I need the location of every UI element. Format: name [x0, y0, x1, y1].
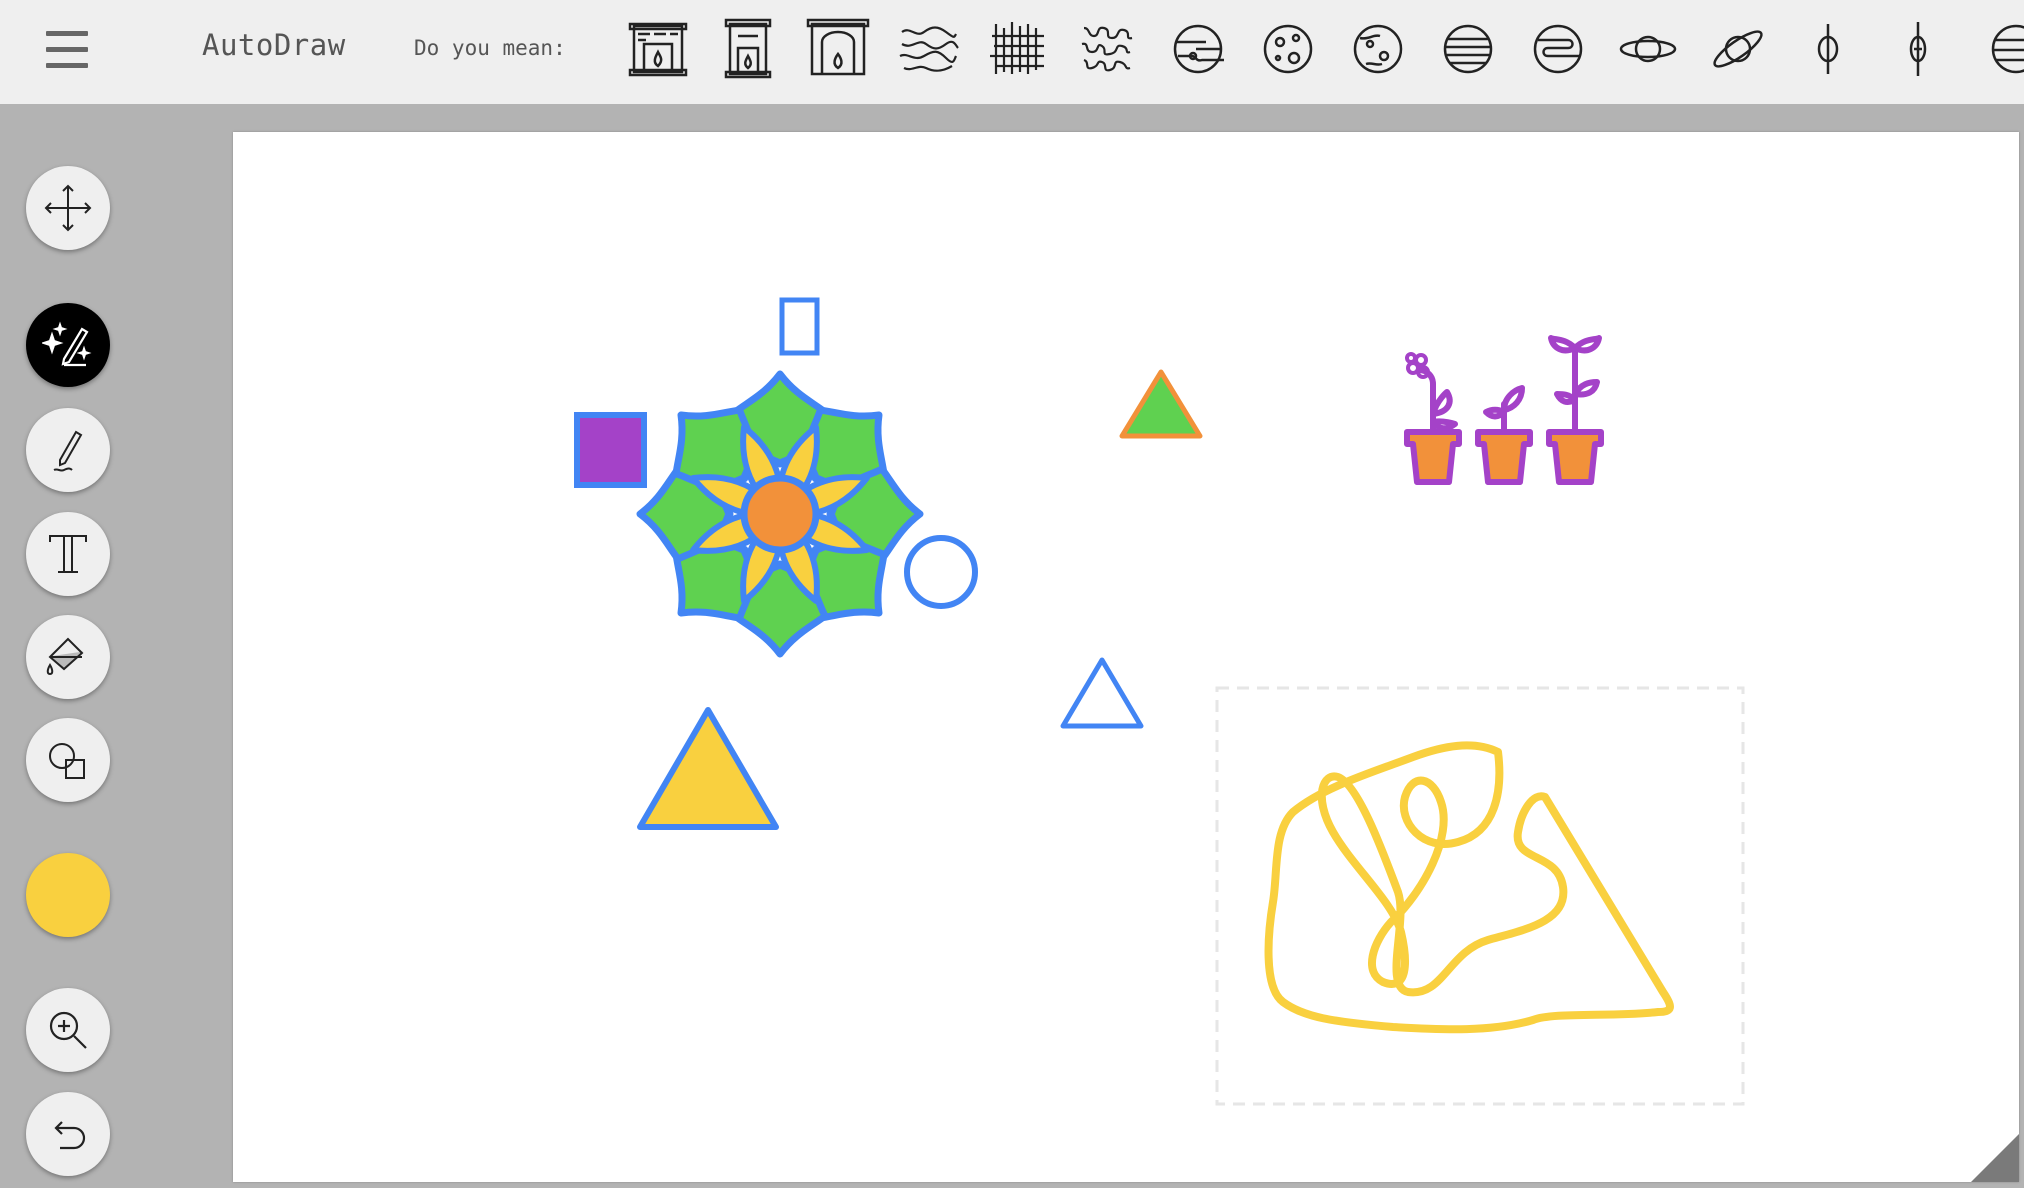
suggestion-scribble-icon[interactable] — [986, 14, 1050, 84]
potted-plants-drawing[interactable] — [1404, 335, 1604, 485]
suggestion-planet-icon[interactable] — [1706, 14, 1770, 84]
suggestion-planet-icon[interactable] — [1436, 14, 1500, 84]
undo-arrow-icon — [54, 1121, 86, 1150]
yellow-scribble-drawing[interactable] — [1264, 741, 1674, 1034]
suggestion-scribble-icon[interactable] — [896, 14, 960, 84]
move-tool-button[interactable] — [26, 166, 110, 250]
autodraw-tool-button[interactable] — [26, 303, 110, 387]
pencil-icon — [53, 430, 83, 472]
zoom-in-icon — [49, 1011, 87, 1049]
suggestion-planet-icon[interactable] — [1346, 14, 1410, 84]
app-title: AutoDraw — [202, 28, 346, 62]
suggestion-planet-icon[interactable] — [1256, 14, 1320, 84]
autodraw-sparkle-pen-icon — [42, 321, 92, 367]
green-triangle-shape[interactable] — [1119, 369, 1203, 439]
canvas-resize-corner[interactable] — [1971, 1134, 2019, 1182]
shapes-icon — [49, 743, 85, 779]
suggestion-planet-icon[interactable] — [1976, 14, 2024, 84]
purple-square-shape[interactable] — [574, 412, 647, 488]
move-arrows-icon — [44, 184, 92, 232]
suggestion-scribble-icon[interactable] — [1076, 14, 1140, 84]
draw-tool-button[interactable] — [26, 408, 110, 492]
flower-mandala-drawing[interactable] — [636, 370, 924, 658]
small-rectangle-shape[interactable] — [779, 297, 820, 356]
circle-outline-shape[interactable] — [904, 535, 978, 609]
suggestion-planet-icon[interactable] — [1796, 14, 1860, 84]
zoom-tool-button[interactable] — [26, 988, 110, 1072]
color-picker-swatch[interactable] — [26, 853, 110, 937]
hamburger-menu-icon[interactable] — [42, 27, 92, 77]
suggestion-fireplace-icon[interactable] — [626, 14, 690, 84]
suggestion-planet-icon[interactable] — [1616, 14, 1680, 84]
suggestion-fireplace-icon[interactable] — [806, 14, 870, 84]
yellow-triangle-shape[interactable] — [637, 707, 779, 830]
suggestion-planet-icon[interactable] — [1166, 14, 1230, 84]
paint-bucket-icon — [46, 637, 84, 676]
undo-button[interactable] — [26, 1092, 110, 1176]
fill-tool-button[interactable] — [26, 615, 110, 699]
drawing-canvas[interactable] — [233, 132, 2019, 1182]
text-t-icon — [49, 535, 87, 573]
top-bar: AutoDraw Do you mean: — [0, 0, 2024, 104]
canvas-drawing-layer — [574, 297, 1745, 1106]
suggestion-planet-icon[interactable] — [1886, 14, 1950, 84]
suggestion-label: Do you mean: — [414, 36, 566, 60]
suggestion-fireplace-icon[interactable] — [716, 14, 780, 84]
type-tool-button[interactable] — [26, 512, 110, 596]
shape-tool-button[interactable] — [26, 718, 110, 802]
triangle-outline-shape[interactable] — [1060, 657, 1144, 729]
suggestion-planet-icon[interactable] — [1526, 14, 1590, 84]
